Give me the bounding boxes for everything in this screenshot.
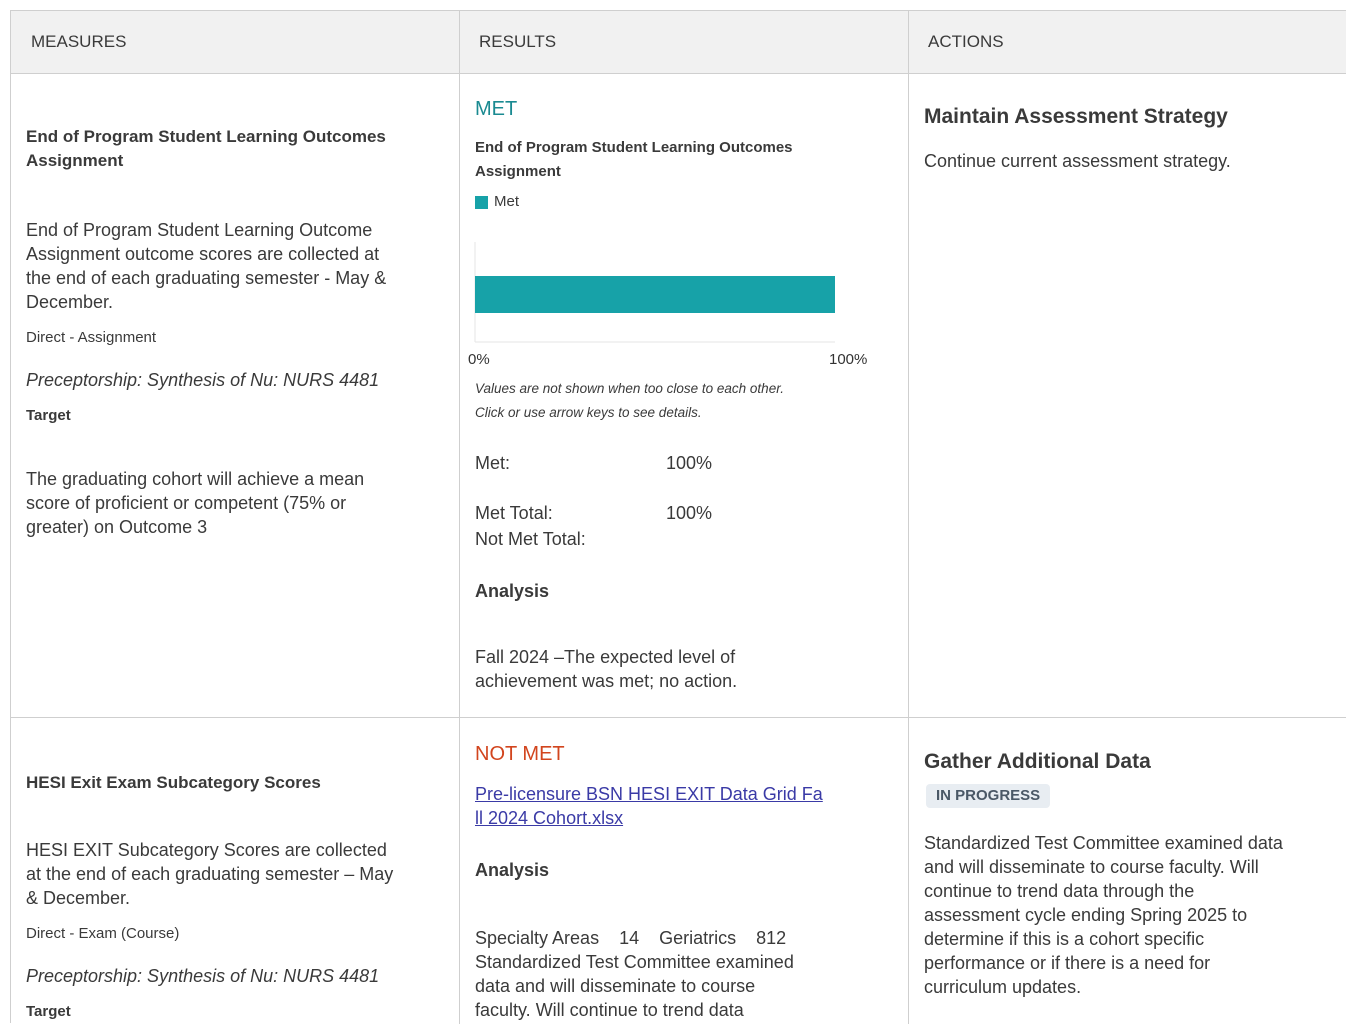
measure-course: Preceptorship: Synthesis of Nu: NURS 448… — [26, 966, 380, 986]
analysis-label: Analysis — [475, 860, 550, 880]
status-not-met: NOT MET — [475, 743, 565, 765]
measure-title: End of Program Student Learning Outcomes — [26, 127, 386, 146]
action-text: Standardized Test Committee examined dat… — [924, 833, 1283, 853]
measure-title: Assignment — [26, 151, 124, 170]
column-divider — [459, 11, 460, 1024]
legend-label[interactable]: Met — [494, 191, 519, 213]
analysis-text: Specialty Areas 14 Geriatrics 812 — [475, 928, 787, 948]
result-chart[interactable]: 0% 100% — [465, 236, 885, 376]
measure-description: the end of each graduating semester - Ma… — [26, 268, 387, 288]
row-divider — [11, 717, 1346, 718]
measure-description: & December. — [26, 888, 131, 908]
analysis-text: achievement was met; no action. — [475, 671, 738, 691]
measure-description: at the end of each graduating semester –… — [26, 864, 394, 884]
header-actions: ACTIONS — [928, 32, 1004, 51]
measure-method: Direct - Assignment — [26, 329, 157, 346]
measure-description: End of Program Student Learning Outcome — [26, 220, 373, 240]
header-measures: MEASURES — [31, 32, 127, 51]
met-label: Met: — [475, 453, 511, 473]
met-value: 100% — [666, 453, 713, 473]
legend-swatch — [475, 196, 488, 209]
action-text: assessment cycle ending Spring 2025 to — [924, 905, 1248, 925]
measure-description: Assignment outcome scores are collected … — [26, 244, 380, 264]
action-text: continue to trend data through the — [924, 881, 1195, 901]
bar-met[interactable] — [475, 276, 835, 313]
axis-tick-min: 0% — [468, 351, 490, 368]
action-text: and will disseminate to course faculty. … — [924, 857, 1259, 877]
target-text: greater) on Outcome 3 — [26, 517, 208, 537]
met-total-label: Met Total: — [475, 503, 553, 523]
chart-title: End of Program Student Learning Outcomes — [475, 139, 793, 156]
action-text: performance or if there is a need for — [924, 953, 1211, 973]
measure-description: December. — [26, 292, 114, 312]
chart-note: Click or use arrow keys to see details. — [475, 405, 702, 420]
data-grid-file-link[interactable]: Pre-licensure BSN HESI EXIT Data Grid Fa — [475, 782, 823, 806]
measure-title: HESI Exit Exam Subcategory Scores — [26, 773, 321, 792]
table-header: MEASURES RESULTS ACTIONS — [11, 11, 1346, 74]
action-text: determine if this is a cohort specific — [924, 929, 1205, 949]
header-results: RESULTS — [479, 32, 557, 51]
action-title: Gather Additional Data — [924, 750, 1151, 773]
column-divider — [908, 11, 909, 1024]
met-total-value: 100% — [666, 503, 713, 523]
action-title: Maintain Assessment Strategy — [924, 105, 1228, 128]
target-label: Target — [26, 407, 71, 424]
status-badge: IN PROGRESS — [926, 784, 1051, 808]
data-grid-file-link[interactable]: ll 2024 Cohort.xlsx — [475, 806, 623, 830]
measure-course: Preceptorship: Synthesis of Nu: NURS 448… — [26, 370, 380, 390]
action-text: curriculum updates. — [924, 977, 1082, 997]
measure-method: Direct - Exam (Course) — [26, 925, 180, 942]
action-text: Continue current assessment strategy. — [924, 151, 1231, 171]
chart-note: Values are not shown when too close to e… — [475, 381, 784, 396]
chart-title: Assignment — [475, 163, 561, 180]
status-met: MET — [475, 98, 518, 120]
analysis-label: Analysis — [475, 581, 550, 601]
axis-tick-max: 100% — [829, 351, 867, 368]
analysis-text: data and will disseminate to course — [475, 976, 756, 996]
target-text: score of proficient or competent (75% or — [26, 493, 347, 513]
target-label: Target — [26, 1003, 71, 1020]
analysis-text: Standardized Test Committee examined — [475, 952, 794, 972]
not-met-total-label: Not Met Total: — [475, 529, 586, 549]
assessment-table: MEASURES RESULTS ACTIONS End of Program … — [10, 10, 1346, 1024]
measure-description: HESI EXIT Subcategory Scores are collect… — [26, 840, 387, 860]
analysis-text: faculty. Will continue to trend data — [475, 1000, 744, 1020]
target-text: The graduating cohort will achieve a mea… — [26, 469, 365, 489]
analysis-text: Fall 2024 –The expected level of — [475, 647, 736, 667]
